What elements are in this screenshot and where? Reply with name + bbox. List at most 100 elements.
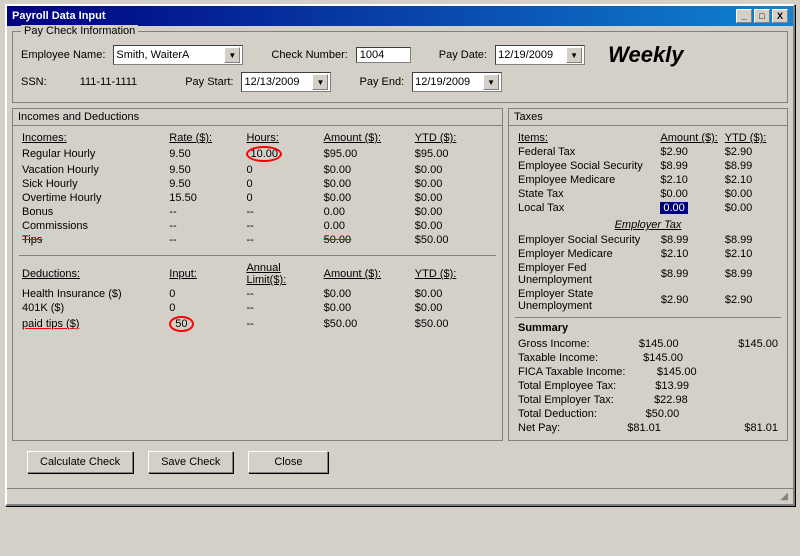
income-hours[interactable]: 10.00	[243, 145, 320, 163]
income-rate: --	[166, 233, 243, 247]
summary-header: Summary	[515, 321, 781, 335]
calculate-check-button[interactable]: Calculate Check	[27, 451, 133, 473]
summary-row: Gross Income: $145.00 $145.00	[515, 337, 781, 351]
deduction-annual-limit: --	[243, 287, 320, 301]
income-rate: 15.50	[166, 191, 243, 205]
window-title: Payroll Data Input	[12, 10, 106, 22]
employee-dropdown-arrow[interactable]: ▼	[224, 47, 240, 63]
income-ytd: $0.00	[412, 163, 496, 177]
summary-ytd	[728, 366, 778, 378]
resize-handle: ◢	[780, 491, 788, 502]
tax-amount: $0.00	[657, 187, 721, 201]
employer-tax-ytd: $8.99	[722, 233, 781, 247]
deduction-name: Health Insurance ($)	[19, 287, 166, 301]
title-bar: Payroll Data Input _ □ X	[7, 6, 793, 26]
deduction-input[interactable]: 50	[166, 315, 243, 333]
window-controls: _ □ X	[736, 9, 788, 23]
deduction-row: Health Insurance ($) 0 -- $0.00 $0.00	[19, 287, 496, 301]
income-hours[interactable]: 0	[243, 191, 320, 205]
employer-tax-row: Employer Medicare $2.10 $2.10	[515, 247, 781, 261]
tax-name: Local Tax	[515, 201, 657, 215]
summary-rows: Gross Income: $145.00 $145.00 Taxable In…	[515, 337, 781, 435]
summary-ytd	[728, 380, 778, 392]
deduction-amount: $0.00	[321, 301, 412, 315]
deduction-row: paid tips ($) 50 -- $50.00 $50.00	[19, 315, 496, 333]
pay-date-dropdown[interactable]: 12/19/2009 ▼	[495, 45, 585, 65]
tax-amount-header: Amount ($):	[657, 131, 721, 145]
tax-ytd: $8.99	[722, 159, 781, 173]
employee-name-value: Smith, WaiterA	[116, 49, 189, 61]
pay-date-value: 12/19/2009	[498, 49, 553, 61]
income-row: Regular Hourly 9.50 10.00 $95.00 $95.00	[19, 145, 496, 163]
minimize-button[interactable]: _	[736, 9, 752, 23]
pay-date-label: Pay Date:	[439, 49, 487, 61]
employer-tax-row: Employer Fed Unemployment $8.99 $8.99	[515, 261, 781, 287]
annual-limit-col-header: Annual Limit($):	[243, 261, 320, 287]
income-hours[interactable]: 0	[243, 177, 320, 191]
income-hours[interactable]: 0	[243, 163, 320, 177]
tax-row: Employee Medicare $2.10 $2.10	[515, 173, 781, 187]
pay-start-dropdown[interactable]: 12/13/2009 ▼	[241, 72, 331, 92]
tax-amount: $2.10	[657, 173, 721, 187]
income-name: Tips	[19, 233, 166, 247]
deduction-amount: $0.00	[321, 287, 412, 301]
taxes-panel: Taxes Items: Amount ($): YTD ($): Federa…	[508, 108, 788, 441]
income-name: Sick Hourly	[19, 177, 166, 191]
main-panels: Incomes and Deductions Incomes: Rate ($)…	[12, 108, 788, 441]
ssn-value: 111-11-1111	[80, 76, 138, 88]
summary-amount: $145.00	[657, 366, 697, 378]
hours-col-header: Hours:	[243, 131, 320, 145]
employer-tax-ytd: $2.10	[722, 247, 781, 261]
summary-amount: $50.00	[646, 408, 680, 420]
summary-amount: $145.00	[639, 338, 679, 350]
income-amount: 50.00	[321, 233, 412, 247]
summary-amount: $13.99	[655, 380, 689, 392]
income-amount: $0.00	[321, 191, 412, 205]
close-button-bottom[interactable]: Close	[248, 451, 328, 473]
tax-amount: $8.99	[657, 159, 721, 173]
income-hours[interactable]: --	[243, 205, 320, 219]
paycheck-info-group: Pay Check Information Employee Name: Smi…	[12, 31, 788, 103]
pay-date-arrow[interactable]: ▼	[566, 47, 582, 63]
summary-ytd	[728, 352, 778, 364]
incomes-panel-title: Incomes and Deductions	[13, 109, 502, 126]
summary-row: Total Employer Tax: $22.98	[515, 393, 781, 407]
income-ytd: $0.00	[412, 205, 496, 219]
check-number-input[interactable]: 1004	[356, 47, 411, 63]
close-button[interactable]: X	[772, 9, 788, 23]
pay-end-dropdown[interactable]: 12/19/2009 ▼	[412, 72, 502, 92]
summary-label: Total Employee Tax:	[518, 380, 616, 392]
summary-amount: $81.01	[627, 422, 661, 434]
income-row: Vacation Hourly 9.50 0 $0.00 $0.00	[19, 163, 496, 177]
income-name: Regular Hourly	[19, 145, 166, 163]
maximize-button[interactable]: □	[754, 9, 770, 23]
deduction-input[interactable]: 0	[166, 287, 243, 301]
tax-name: Employee Social Security	[515, 159, 657, 173]
employer-tax-name: Employer Fed Unemployment	[515, 261, 658, 287]
summary-ytd	[728, 408, 778, 420]
deduction-annual-limit: --	[243, 315, 320, 333]
employer-tax-amount: $8.99	[658, 233, 722, 247]
deduction-amount: $50.00	[321, 315, 412, 333]
pay-end-arrow[interactable]: ▼	[483, 74, 499, 90]
employee-name-dropdown[interactable]: Smith, WaiterA ▼	[113, 45, 243, 65]
button-row: Calculate Check Save Check Close	[12, 441, 788, 483]
income-hours[interactable]: --	[243, 233, 320, 247]
save-check-button[interactable]: Save Check	[148, 451, 233, 473]
summary-amount: $145.00	[643, 352, 683, 364]
summary-amount: $22.98	[654, 394, 688, 406]
income-rate: --	[166, 205, 243, 219]
tax-amount: 0.00	[657, 201, 721, 215]
income-rate: 9.50	[166, 163, 243, 177]
income-name: Vacation Hourly	[19, 163, 166, 177]
tax-name: State Tax	[515, 187, 657, 201]
incomes-deductions-panel: Incomes and Deductions Incomes: Rate ($)…	[12, 108, 503, 441]
employer-tax-header: Employer Tax	[515, 219, 781, 231]
paycheck-group-title: Pay Check Information	[21, 25, 138, 37]
ytd-col-header: YTD ($):	[412, 131, 496, 145]
summary-label: Taxable Income:	[518, 352, 598, 364]
income-hours[interactable]: --	[243, 219, 320, 233]
pay-start-arrow[interactable]: ▼	[312, 74, 328, 90]
income-rate: --	[166, 219, 243, 233]
deduction-input[interactable]: 0	[166, 301, 243, 315]
